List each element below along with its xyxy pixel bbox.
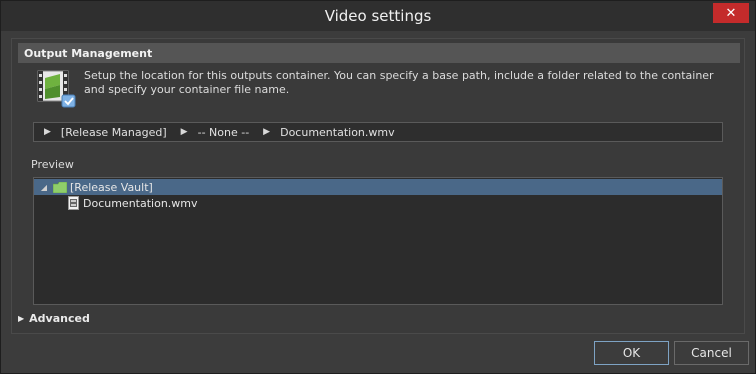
output-container-icon	[37, 70, 76, 108]
video-file-icon	[68, 196, 79, 210]
path-segment-base[interactable]: ▶ [Release Managed]	[44, 126, 167, 139]
dialog-content: Output Management Setup the location for…	[11, 38, 745, 334]
preview-label: Preview	[31, 158, 74, 171]
collapse-icon[interactable]: ◢	[38, 183, 50, 192]
video-settings-dialog: Video settings ✕ Output Management Setup…	[0, 0, 756, 374]
advanced-label: Advanced	[29, 312, 90, 325]
container-path-bar[interactable]: ▶ [Release Managed] ▶ -- None -- ▶ Docum…	[33, 122, 723, 142]
ok-button[interactable]: OK	[594, 341, 669, 365]
path-segment-label: [Release Managed]	[60, 125, 167, 139]
path-arrow-icon: ▶	[44, 127, 51, 137]
output-management-description: Setup the location for this outputs cont…	[84, 69, 714, 96]
preview-tree[interactable]: ◢ [Release Vault] Documentation.wmv	[33, 177, 723, 305]
tree-item-label: [Release Vault]	[70, 180, 153, 194]
path-arrow-icon: ▶	[263, 127, 271, 137]
path-arrow-icon: ▶	[180, 127, 188, 137]
tree-item-folder[interactable]: ◢ [Release Vault]	[34, 179, 722, 195]
close-icon: ✕	[725, 5, 737, 21]
window-title: Video settings	[324, 7, 432, 25]
path-segment-filename[interactable]: ▶ Documentation.wmv	[263, 126, 394, 139]
tree-item-file[interactable]: Documentation.wmv	[34, 195, 722, 211]
path-segment-label: Documentation.wmv	[280, 125, 395, 139]
folder-icon	[53, 181, 67, 193]
output-management-header: Output Management	[18, 43, 740, 63]
path-segment-folder[interactable]: ▶ -- None --	[181, 126, 250, 139]
expand-arrow-icon: ▶	[18, 314, 25, 323]
cancel-button[interactable]: Cancel	[674, 341, 749, 365]
title-bar[interactable]: Video settings ✕	[1, 1, 755, 31]
tree-item-label: Documentation.wmv	[83, 196, 198, 210]
advanced-toggle[interactable]: ▶ Advanced	[18, 312, 90, 325]
close-button[interactable]: ✕	[713, 3, 749, 23]
path-segment-label: -- None --	[197, 125, 250, 139]
